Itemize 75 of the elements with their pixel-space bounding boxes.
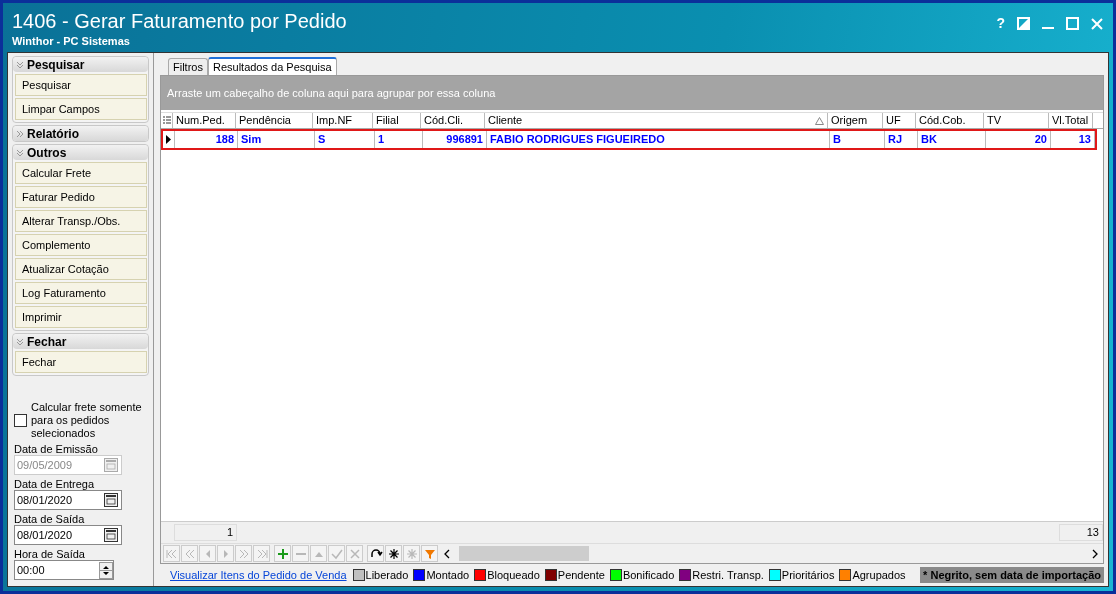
- table-row[interactable]: 188 Sim S 1 996891 FABIO RODRIGUES FIGUEIREDO B RJ BK 20 13: [161, 129, 1097, 150]
- legend-label: Liberado: [365, 567, 409, 583]
- sidebar-button[interactable]: Limpar Campos: [15, 98, 147, 120]
- column-header[interactable]: Imp.NF: [313, 113, 373, 128]
- tab[interactable]: Resultados da Pesquisa: [207, 57, 337, 75]
- scrollbar-thumb[interactable]: [459, 546, 589, 561]
- column-header[interactable]: Cód.Cli.: [421, 113, 485, 128]
- group-by-hint: Arraste um cabeçalho de coluna aqui para agrupar por essa coluna: [161, 76, 1103, 110]
- table-cell: 20: [986, 131, 1051, 148]
- scroll-right-icon[interactable]: [1091, 548, 1099, 559]
- sidebar-button[interactable]: Atualizar Cotação: [15, 258, 147, 280]
- table-cell: FABIO RODRIGUES FIGUEIREDO: [487, 131, 830, 148]
- window-title: 1406 - Gerar Faturamento por Pedido: [12, 9, 348, 33]
- close-icon[interactable]: [1091, 17, 1103, 30]
- sidebar-button[interactable]: Faturar Pedido: [15, 186, 147, 208]
- field-label: Data de Emissão: [14, 443, 99, 455]
- sidebar-button[interactable]: Alterar Transp./Obs.: [15, 210, 147, 232]
- table-cell: 188: [175, 131, 238, 148]
- table-cell: BK: [918, 131, 986, 148]
- checkbox[interactable]: [14, 414, 27, 427]
- column-header[interactable]: Filial: [373, 113, 421, 128]
- calendar-icon[interactable]: [104, 493, 118, 507]
- table-cell: 1: [375, 131, 423, 148]
- current-row-icon: [166, 135, 171, 144]
- column-header[interactable]: Vl.Total: [1049, 113, 1093, 128]
- legend-label: Prioritários: [781, 567, 835, 583]
- summary-count: 1: [174, 524, 237, 541]
- column-header[interactable]: Num.Ped.: [173, 113, 236, 128]
- field-label: Hora de Saída: [14, 548, 86, 560]
- sidebar-button[interactable]: Calcular Frete: [15, 162, 147, 184]
- column-header[interactable]: TV: [984, 113, 1049, 128]
- date-field[interactable]: 08/01/2020: [14, 525, 122, 545]
- collapse-chevron-icon[interactable]: [16, 60, 24, 69]
- sidebar-button[interactable]: Pesquisar: [15, 74, 147, 96]
- window-subtitle: Winthor - PC Sistemas: [12, 34, 131, 49]
- spin-buttons-icon[interactable]: [99, 561, 113, 579]
- maximize-icon[interactable]: [1066, 17, 1079, 30]
- sidebar-button[interactable]: Imprimir: [15, 306, 147, 328]
- calendar-icon[interactable]: [104, 528, 118, 542]
- column-header[interactable]: Pendência: [236, 113, 313, 128]
- expand-chevron-icon[interactable]: [16, 129, 24, 138]
- time-field[interactable]: 00:00: [14, 560, 114, 580]
- legend-label: Bonificado: [622, 567, 675, 583]
- table-cell: S: [315, 131, 375, 148]
- table-cell: 13: [1051, 131, 1095, 148]
- summary-total: 13: [1059, 524, 1103, 541]
- sort-triangle-icon[interactable]: [815, 116, 824, 125]
- field-label: Data de Entrega: [14, 478, 96, 490]
- column-header[interactable]: Cód.Cob.: [916, 113, 984, 128]
- tab[interactable]: Filtros: [168, 58, 208, 75]
- column-chooser-icon[interactable]: [162, 115, 171, 126]
- sidebar-button[interactable]: Fechar: [15, 351, 147, 373]
- legend-label: Bloqueado: [487, 567, 540, 583]
- legend-note: * Negrito, sem data de importação: [920, 566, 1104, 584]
- table-cell: RJ: [885, 131, 918, 148]
- table-cell: Sim: [238, 131, 315, 148]
- column-header[interactable]: UF: [883, 113, 916, 128]
- legend-label: Restri. Transp.: [692, 567, 764, 583]
- field-label: Data de Saída: [14, 513, 86, 525]
- checkbox-label: Calcular frete somente para os pedidos selecionados: [31, 401, 143, 440]
- collapse-chevron-icon[interactable]: [16, 337, 24, 346]
- contrast-icon[interactable]: [1017, 17, 1030, 30]
- table-cell: B: [830, 131, 885, 148]
- link[interactable]: Visualizar Itens do Pedido de Venda: [170, 566, 347, 584]
- legend-label: Pendente: [557, 567, 605, 583]
- legend-label: Agrupados: [852, 567, 906, 583]
- scroll-left-icon[interactable]: [443, 548, 451, 559]
- table-cell: 996891: [423, 131, 487, 148]
- collapse-chevron-icon[interactable]: [16, 148, 24, 157]
- column-header[interactable]: Origem: [828, 113, 883, 128]
- legend-label: Montado: [426, 567, 470, 583]
- date-field[interactable]: 08/01/2020: [14, 490, 122, 510]
- sidebar-button[interactable]: Complemento: [15, 234, 147, 256]
- sidebar-button[interactable]: Log Faturamento: [15, 282, 147, 304]
- column-header[interactable]: Cliente: [485, 113, 828, 128]
